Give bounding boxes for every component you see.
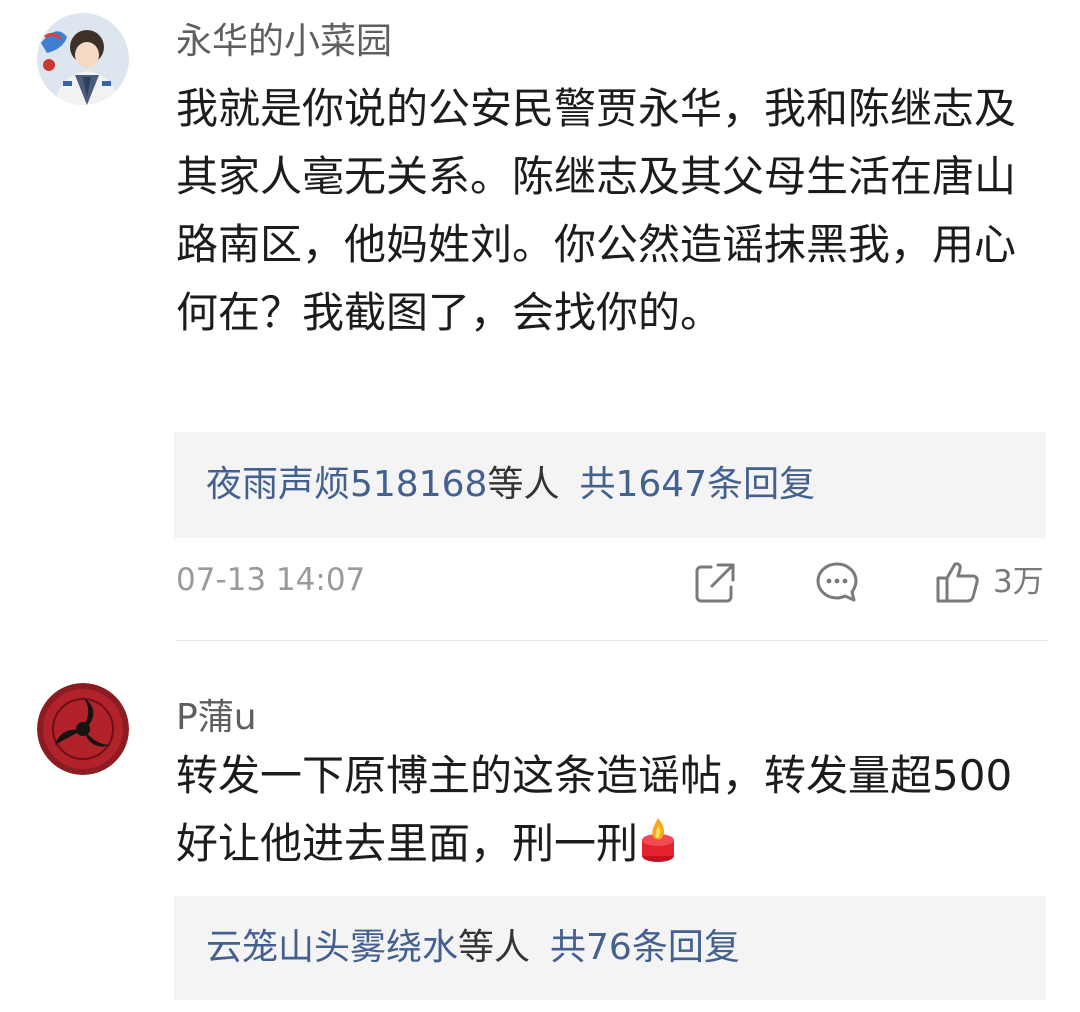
comment-item: 永华的小菜园 我就是你说的公安民警贾永华，我和陈继志及其家人毫无关系。陈继志及其… [0,0,1080,642]
fire-emoji [642,818,675,862]
like-count: 3万 [993,564,1044,600]
reply-summary[interactable]: 夜雨声烦518168等人 共1647条回复 [174,432,1046,538]
reply-usernames[interactable]: 云笼山头雾绕水 [206,927,458,968]
avatar[interactable] [37,683,129,775]
reply-summary[interactable]: 云笼山头雾绕水等人 共76条回复 [174,896,1046,1000]
comment-icon [816,562,858,602]
reply-summary-text[interactable]: 夜雨声烦518168等人 共1647条回复 [206,432,815,538]
comment-text: 转发一下原博主的这条造谣帖，转发量超500好让他进去里面，刑一刑 [176,742,1016,878]
reply-etc-label: 等人 [458,927,531,968]
like-button[interactable] [935,560,983,604]
comment-button[interactable] [815,560,859,604]
sharingan-avatar-image [37,683,129,775]
comment-text-content: 转发一下原博主的这条造谣帖，转发量超500好让他进去里面，刑一刑 [176,751,1013,868]
comment-username[interactable]: P蒲u [176,696,257,740]
avatar[interactable] [37,13,129,105]
reply-total-link[interactable]: 共1647条回复 [579,464,815,505]
police-officer-avatar-image [37,13,129,105]
thumbs-up-icon [936,562,979,603]
share-button[interactable] [694,560,738,604]
comment-timestamp: 07-13 14:07 [176,562,366,598]
comment-item: P蒲u 转发一下原博主的这条造谣帖，转发量超500好让他进去里面，刑一刑 云笼山… [0,642,1080,1012]
reply-usernames[interactable]: 夜雨声烦518168 [206,464,487,505]
comment-username[interactable]: 永华的小菜园 [176,20,392,64]
share-icon [695,563,735,603]
reply-etc-label: 等人 [487,464,560,505]
reply-summary-text[interactable]: 云笼山头雾绕水等人 共76条回复 [206,896,740,1000]
comment-text: 我就是你说的公安民警贾永华，我和陈继志及其家人毫无关系。陈继志及其父母生活在唐山… [176,84,1017,337]
reply-total-link[interactable]: 共76条回复 [550,927,740,968]
divider [176,640,1048,641]
